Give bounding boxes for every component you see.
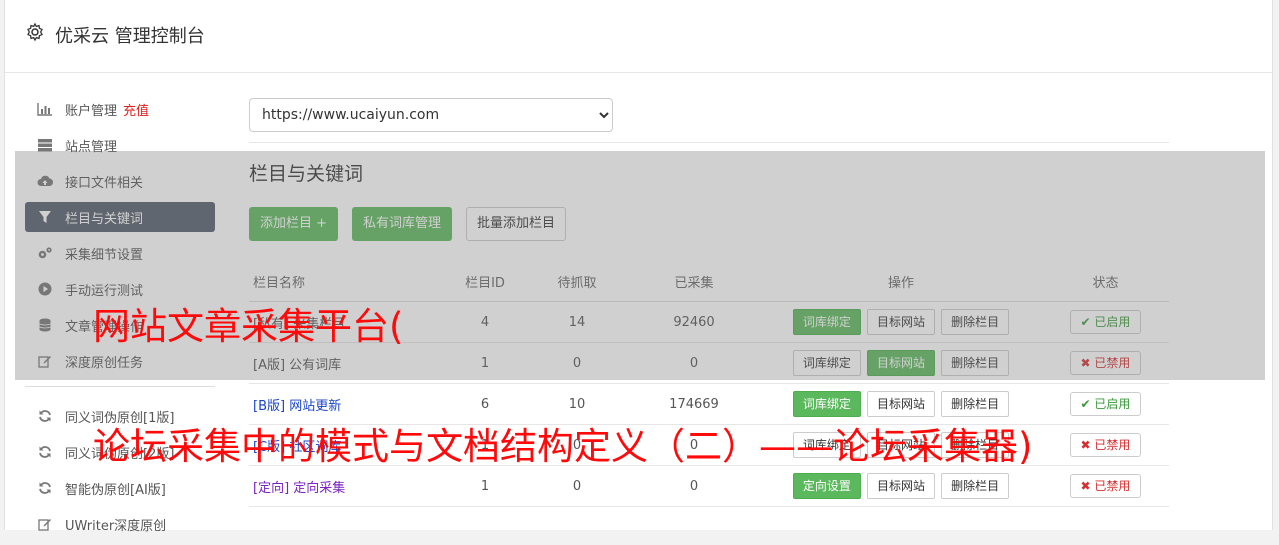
row-actions: 定向设置 目标网站 删除栏目 [760,465,1042,507]
sidebar-item-uwriter[interactable]: UWriter深度原创 [25,509,215,539]
status-label: 已禁用 [1094,438,1131,452]
sidebar-item-account[interactable]: 账户管理 充值 [25,94,215,124]
sidebar-item-label: UWriter深度原创 [65,518,167,534]
bind-library-button[interactable]: 词库绑定 [792,391,861,417]
sidebar-item-label: 智能伪原创[AI版] [65,482,166,498]
table-row: [定向] 定向采集 1 0 0 定向设置 目标网站 删除栏目 ✖ 已禁用 [249,465,1169,507]
refresh-icon [36,408,54,424]
status-enabled-badge[interactable]: ✔ 已启用 [1069,392,1142,416]
sidebar-item-smart-ai[interactable]: 智能伪原创[AI版] [25,473,215,503]
status-cell: ✖ 已禁用 [1042,424,1169,466]
directed-settings-button[interactable]: 定向设置 [792,473,861,499]
column-id: 1 [444,465,526,507]
target-site-button[interactable]: 目标网站 [866,473,935,499]
column-title[interactable]: 定向采集 [293,481,345,496]
collected-count: 0 [628,465,760,507]
column-tag: [B版] [253,398,286,414]
divider [249,142,1169,143]
refresh-icon [36,480,54,496]
header: 优采云 管理控制台 [5,0,1272,73]
sidebar-item-label: 账户管理 [65,103,118,119]
bar-chart-icon [36,101,54,117]
pending-count[interactable]: 0 [526,465,628,507]
status-label: 已启用 [1094,397,1131,411]
status-disabled-badge[interactable]: ✖ 已禁用 [1069,474,1142,498]
status-disabled-badge[interactable]: ✖ 已禁用 [1069,433,1142,457]
app-title: 优采云 管理控制台 [55,26,205,47]
sidebar-divider [25,386,215,387]
delete-column-button[interactable]: 删除栏目 [941,391,1010,417]
column-title[interactable]: 网站更新 [289,399,341,414]
status-cell: ✖ 已禁用 [1042,465,1169,507]
status-cell: ✔ 已启用 [1042,383,1169,425]
delete-column-button[interactable]: 删除栏目 [941,473,1010,499]
column-tag: [定向] [253,480,290,496]
status-label: 已禁用 [1094,479,1131,493]
recharge-link[interactable]: 充值 [123,100,149,119]
watermark-line-1: 网站文章采集平台( [93,305,404,348]
refresh-icon [36,444,54,460]
target-site-button[interactable]: 目标网站 [866,391,935,417]
column-name: [定向] 定向采集 [249,465,444,507]
site-select[interactable]: https://www.ucaiyun.com [249,98,613,132]
gear-icon [27,22,43,42]
watermark-line-2: 论坛采集中的模式与文档结构定义（二）——论坛采集器) [93,425,1033,468]
